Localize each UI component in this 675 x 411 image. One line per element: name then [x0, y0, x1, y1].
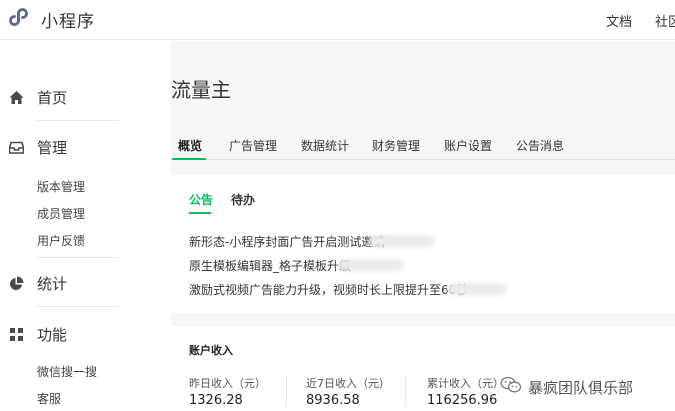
inbox-icon: [9, 140, 24, 155]
sidebar-item-version-management[interactable]: 版本管理: [37, 178, 85, 195]
tab-finance-management[interactable]: 财务管理: [372, 137, 420, 154]
watermark: 暴疯团队俱乐部: [500, 376, 633, 398]
subtab-todo[interactable]: 待办: [231, 191, 255, 208]
logo[interactable]: 小程序: [9, 5, 95, 33]
stat-label-total: 累计收入（元）: [427, 377, 504, 390]
stat-value-yesterday: 1326.28: [189, 393, 243, 408]
mini-program-logo-icon: [9, 5, 33, 33]
notice-item[interactable]: 原生模板编辑器_格子模板升级: [189, 257, 351, 274]
stat-label-7days: 近7日收入（元）: [306, 377, 390, 390]
divider: [286, 375, 287, 407]
tab-ad-management[interactable]: 广告管理: [229, 137, 277, 154]
divider: [37, 306, 119, 307]
home-icon: [9, 90, 24, 105]
divider: [37, 257, 119, 258]
redacted-blur: [338, 259, 404, 271]
stat-value-total: 116256.96: [427, 393, 498, 408]
notice-item[interactable]: 激励式视频广告能力升级，视频时长上限提升至60秒: [189, 281, 468, 298]
page-title: 流量主: [171, 78, 231, 102]
pie-chart-icon: [9, 276, 24, 291]
main-content: 流量主 概览 广告管理 数据统计 财务管理 账户设置 公告消息 公告 待办 新形…: [171, 41, 675, 411]
subtab-announcements[interactable]: 公告: [189, 191, 213, 208]
active-subtab-indicator: [189, 212, 211, 214]
notice-card: 公告 待办 新形态-小程序封面广告开启测试邀请 原生模板编辑器_格子模板升级 激…: [171, 175, 675, 313]
stat-value-7days: 8936.58: [306, 393, 360, 408]
community-link[interactable]: 社区: [655, 11, 675, 30]
sidebar-item-user-feedback[interactable]: 用户反馈: [37, 232, 85, 249]
watermark-text: 暴疯团队俱乐部: [528, 378, 634, 397]
redacted-blur: [369, 235, 435, 247]
sidebar-item-wechat-search[interactable]: 微信搜一搜: [37, 363, 97, 380]
sidebar: 首页 管理 版本管理 成员管理 用户反馈 统计 功能 微信搜一搜 客服: [0, 41, 150, 411]
top-bar: 小程序 文档 社区: [0, 0, 675, 40]
app-name: 小程序: [41, 11, 95, 32]
income-card-title: 账户收入: [189, 344, 233, 357]
tab-data-statistics[interactable]: 数据统计: [301, 137, 349, 154]
main-tabs: 概览 广告管理 数据统计 财务管理 账户设置 公告消息: [171, 134, 675, 160]
sidebar-item-member-management[interactable]: 成员管理: [37, 205, 85, 222]
sidebar-item-customer-service[interactable]: 客服: [37, 390, 61, 407]
redacted-blur: [447, 283, 507, 295]
sidebar-item-label: 管理: [37, 138, 68, 157]
sidebar-item-label: 统计: [37, 274, 68, 293]
grid-icon: [9, 327, 24, 342]
notice-item[interactable]: 新形态-小程序封面广告开启测试邀请: [189, 233, 385, 250]
income-card: 账户收入 昨日收入（元） 1326.28 近7日收入（元） 8936.58 累计…: [171, 326, 675, 411]
active-tab-indicator: [172, 158, 206, 160]
docs-link[interactable]: 文档: [606, 11, 632, 30]
stat-label-yesterday: 昨日收入（元）: [189, 377, 266, 390]
tab-announcements[interactable]: 公告消息: [516, 137, 564, 154]
sidebar-item-label: 首页: [37, 88, 68, 107]
tab-overview[interactable]: 概览: [178, 137, 202, 154]
sidebar-item-label: 功能: [37, 325, 68, 344]
tab-account-settings[interactable]: 账户设置: [444, 137, 492, 154]
wechat-icon: [500, 376, 522, 398]
divider: [405, 375, 406, 407]
divider: [37, 120, 119, 121]
